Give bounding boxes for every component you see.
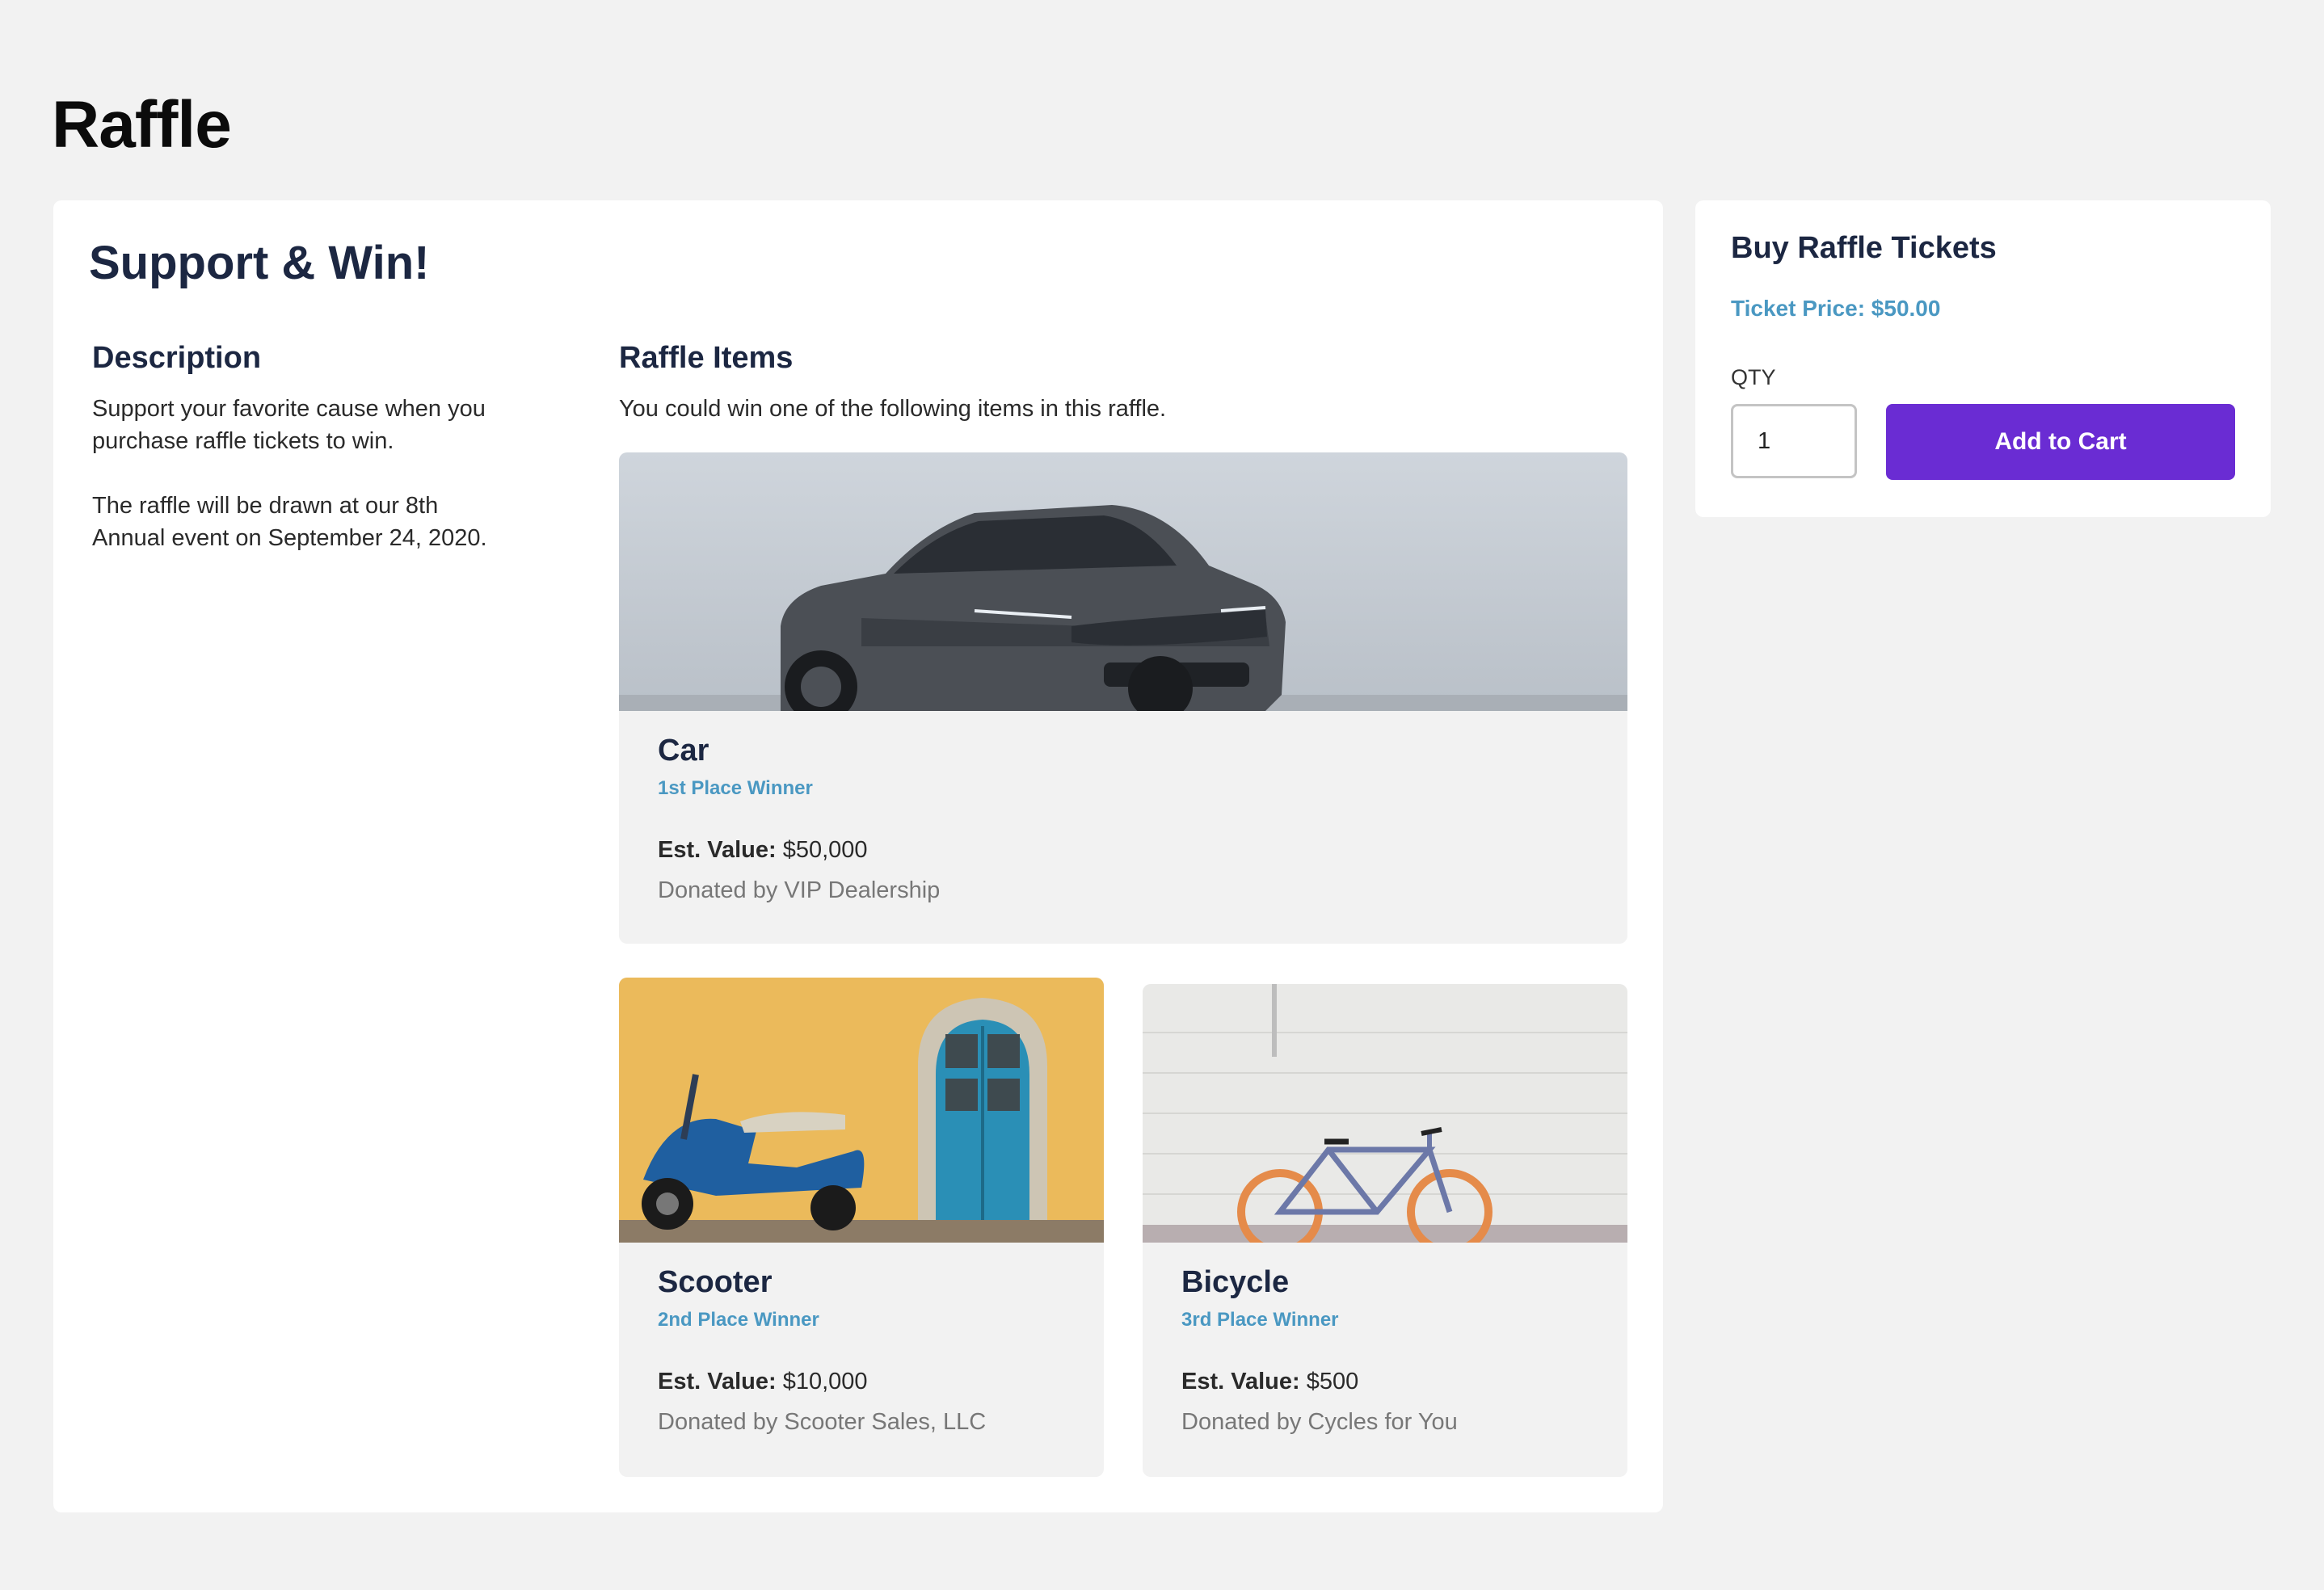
qty-input[interactable] [1731, 404, 1857, 478]
raffle-item-scooter[interactable]: Scooter 2nd Place Winner Est. Value: $10… [619, 978, 1104, 1477]
buy-tickets-card: Buy Raffle Tickets Ticket Price: $50.00 … [1695, 200, 2271, 517]
est-value-label: Est. Value: [658, 1369, 777, 1394]
page-title: Raffle [52, 88, 232, 162]
raffle-items-heading: Raffle Items [619, 341, 794, 375]
item-value: Est. Value: $500 [1181, 1369, 1358, 1395]
bicycle-photo [1143, 984, 1627, 1243]
raffle-item-bicycle[interactable]: Bicycle 3rd Place Winner Est. Value: $50… [1143, 984, 1627, 1477]
item-value: Est. Value: $50,000 [658, 837, 868, 864]
est-value-amount: $50,000 [782, 837, 868, 863]
item-name: Bicycle [1181, 1265, 1290, 1299]
add-to-cart-button[interactable]: Add to Cart [1886, 404, 2235, 480]
raffle-details-card: Support & Win! Description Support your … [53, 200, 1663, 1512]
description-line: purchase raffle tickets to win. [92, 428, 394, 454]
item-place: 3rd Place Winner [1181, 1309, 1339, 1331]
est-value-amount: $10,000 [782, 1369, 868, 1394]
card-heading: Support & Win! [89, 237, 430, 289]
description-line: Annual event on September 24, 2020. [92, 525, 487, 551]
item-donor: Donated by Cycles for You [1181, 1409, 1458, 1435]
description-line: Support your favorite cause when you [92, 396, 486, 422]
buy-tickets-heading: Buy Raffle Tickets [1731, 231, 1997, 265]
item-name: Scooter [658, 1265, 773, 1299]
raffle-item-car[interactable]: Car 1st Place Winner Est. Value: $50,000… [619, 452, 1627, 944]
car-photo [619, 452, 1627, 711]
raffle-items-intro: You could win one of the following items… [619, 396, 1167, 422]
description-line: The raffle will be drawn at our 8th [92, 493, 439, 519]
est-value-label: Est. Value: [658, 837, 777, 863]
description-heading: Description [92, 341, 262, 375]
item-value: Est. Value: $10,000 [658, 1369, 868, 1395]
est-value-amount: $500 [1306, 1369, 1359, 1394]
item-place: 1st Place Winner [658, 777, 813, 799]
scooter-photo [619, 978, 1104, 1243]
item-donor: Donated by VIP Dealership [658, 877, 941, 903]
ticket-price: Ticket Price: $50.00 [1731, 296, 1941, 321]
item-name: Car [658, 734, 709, 768]
item-donor: Donated by Scooter Sales, LLC [658, 1409, 987, 1435]
est-value-label: Est. Value: [1181, 1369, 1300, 1394]
qty-label: QTY [1731, 365, 1776, 389]
item-place: 2nd Place Winner [658, 1309, 819, 1331]
